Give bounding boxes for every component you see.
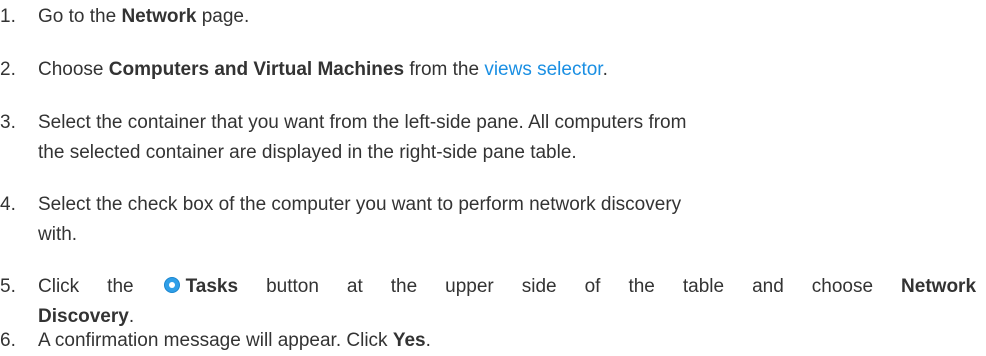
step-text: Select the check box of the computer you…: [38, 190, 986, 250]
network-page-label: Network: [121, 6, 197, 27]
tasks-button-label: Tasks: [185, 276, 239, 297]
discovery-label: Discovery: [38, 306, 129, 327]
step-text: A confirmation message will appear. Clic…: [38, 326, 986, 356]
step-line: with.: [38, 224, 78, 245]
step-number: 1.: [0, 6, 16, 27]
step-number: 5.: [0, 276, 16, 297]
step-number: 2.: [0, 59, 16, 80]
step-text-part: from the: [404, 59, 485, 80]
step-line: Click the Tasks button at the upper side…: [38, 272, 976, 302]
step-2: 2. Choose Computers and Virtual Machines…: [0, 55, 986, 85]
step-text: Choose Computers and Virtual Machines fr…: [38, 55, 986, 85]
step-text-part: Go to the: [38, 6, 122, 27]
views-selector-link[interactable]: views selector: [484, 59, 602, 80]
step-text-part: page.: [196, 6, 250, 27]
network-label: Network: [901, 276, 977, 297]
yes-label: Yes: [392, 330, 426, 351]
step-text: Click the Tasks button at the upper side…: [38, 272, 986, 332]
step-3: 3. Select the container that you want fr…: [0, 108, 986, 168]
step-number: 3.: [0, 112, 16, 133]
step-4: 4. Select the check box of the computer …: [0, 190, 986, 250]
step-6: 6. A confirmation message will appear. C…: [0, 326, 986, 356]
step-text: Go to the Network page.: [38, 2, 986, 32]
step-text-part: Choose: [38, 59, 109, 80]
tasks-icon: [163, 277, 180, 293]
step-line: Select the check box of the computer you…: [38, 194, 682, 215]
step-text-part: Click the: [38, 276, 162, 297]
step-5: 5. Click the Tasks button at the upper s…: [0, 272, 986, 332]
step-text-part: A confirmation message will appear. Clic…: [38, 330, 393, 351]
step-1: 1. Go to the Network page.: [0, 2, 986, 32]
step-text-part: .: [602, 59, 608, 80]
step-line: the selected container are displayed in …: [38, 142, 577, 163]
step-text-part: .: [128, 306, 135, 327]
step-number: 4.: [0, 194, 16, 215]
step-text-part: button at the upper side of the table an…: [238, 276, 902, 297]
step-number: 6.: [0, 330, 16, 351]
step-text: Select the container that you want from …: [38, 108, 986, 168]
computers-vm-label: Computers and Virtual Machines: [108, 59, 405, 80]
step-text-part: .: [425, 330, 431, 351]
step-line: Select the container that you want from …: [38, 112, 687, 133]
